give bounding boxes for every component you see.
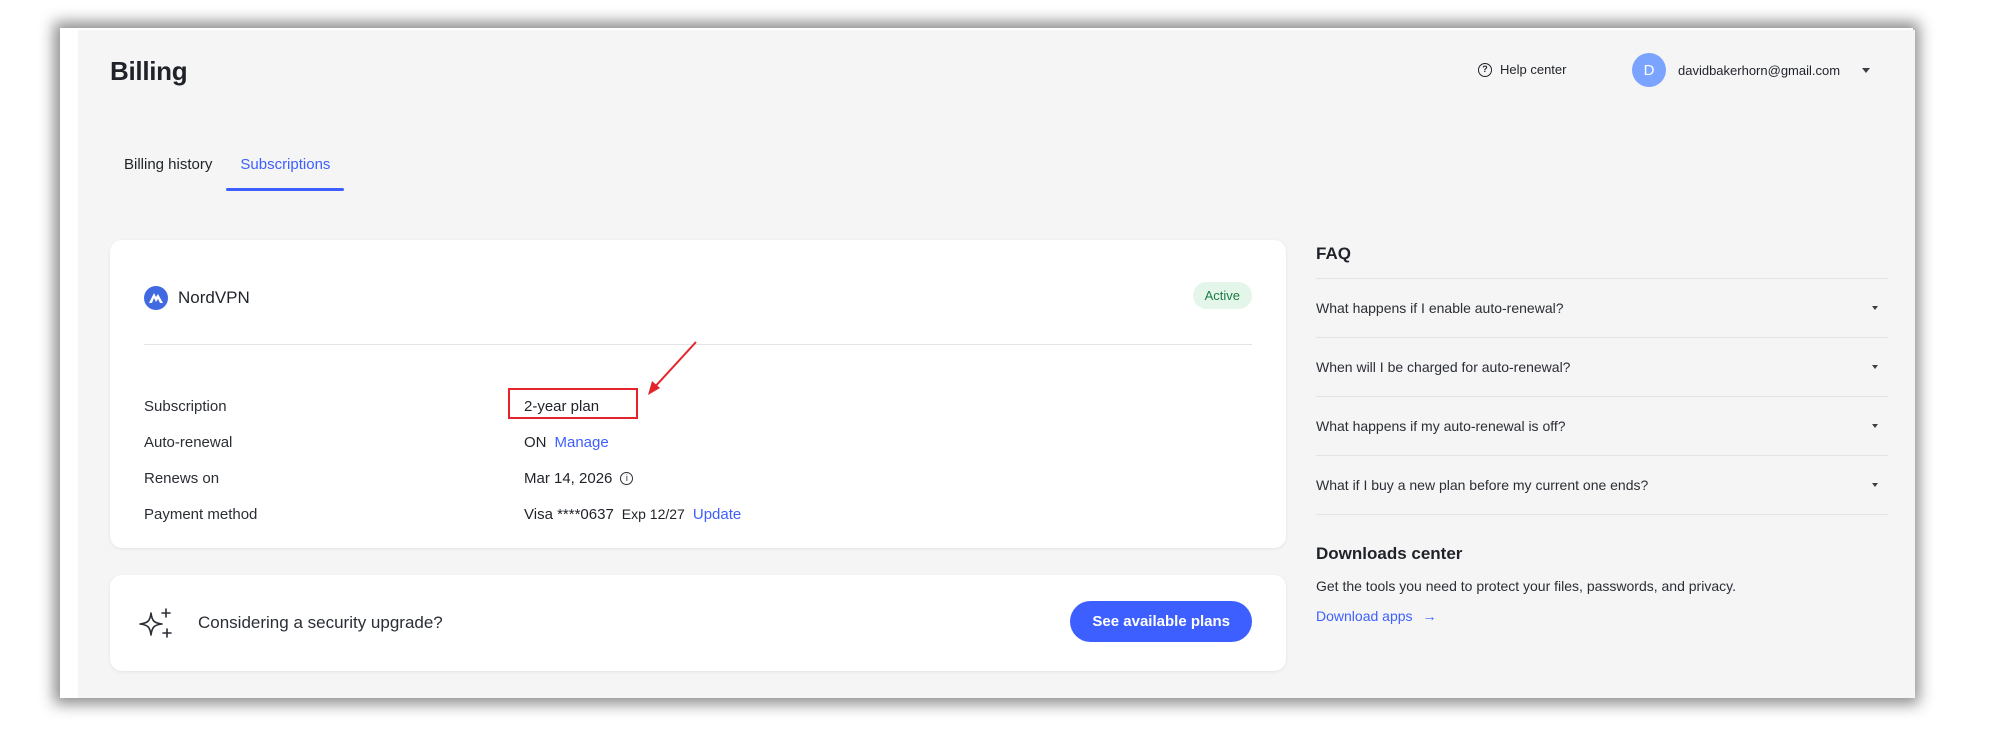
see-available-plans-button[interactable]: See available plans	[1070, 601, 1252, 642]
chevron-down-icon	[1872, 365, 1878, 369]
help-icon: ?	[1478, 62, 1492, 77]
auto-renewal-state: ON	[524, 433, 547, 451]
arrow-right-icon: →	[1422, 608, 1437, 624]
faq-item[interactable]: What if I buy a new plan before my curre…	[1316, 456, 1888, 515]
chevron-down-icon	[1872, 306, 1878, 310]
detail-label: Payment method	[144, 505, 258, 523]
detail-label: Subscription	[144, 397, 227, 415]
tab-bar: Billing history Subscriptions	[110, 156, 345, 191]
downloads-title: Downloads center	[1316, 544, 1463, 563]
faq-item[interactable]: When will I be charged for auto-renewal?	[1316, 338, 1888, 397]
chevron-down-icon	[1872, 483, 1878, 487]
download-apps-link[interactable]: Download apps →	[1316, 608, 1888, 624]
chevron-down-icon	[1862, 67, 1871, 73]
annotation-arrow-icon	[648, 341, 697, 395]
annotation-highlight-box	[508, 388, 638, 419]
detail-label: Renews on	[144, 469, 220, 487]
nordvpn-logo-icon	[144, 286, 168, 310]
faq-section: FAQ What happens if I enable auto-renewa…	[1316, 244, 1888, 515]
billing-page: Billing ? Help center D davidbakerhorn@g…	[78, 30, 1915, 698]
download-apps-label: Download apps	[1316, 608, 1413, 624]
faq-question: What happens if my auto-renewal is off?	[1316, 418, 1566, 434]
detail-label: Auto-renewal	[144, 433, 233, 451]
help-center-label: Help center	[1500, 62, 1567, 77]
sparkle-icon	[139, 608, 172, 638]
detail-row-auto-renewal: Auto-renewal ON Manage	[144, 424, 741, 460]
subscription-details: Subscription 2-year plan Auto-renewal ON…	[144, 388, 741, 532]
downloads-description: Get the tools you need to protect your f…	[1316, 578, 1736, 594]
detail-row-payment-method: Payment method Visa ****0637 Exp 12/27 U…	[144, 496, 741, 532]
avatar: D	[1632, 53, 1666, 87]
manage-link[interactable]: Manage	[555, 434, 609, 451]
tab-subscriptions[interactable]: Subscriptions	[226, 156, 345, 191]
help-center-link[interactable]: ? Help center	[1478, 62, 1566, 77]
info-icon[interactable]: i	[620, 471, 634, 485]
page-title: Billing	[110, 56, 188, 86]
downloads-center: Downloads center Get the tools you need …	[1316, 544, 1888, 624]
upgrade-banner: Considering a security upgrade? See avai…	[110, 575, 1286, 671]
detail-row-renews-on: Renews on Mar 14, 2026 i	[144, 460, 741, 496]
update-payment-link[interactable]: Update	[693, 506, 741, 523]
card-expiry: Exp 12/27	[621, 506, 685, 522]
chevron-down-icon	[1872, 424, 1878, 428]
faq-item[interactable]: What happens if my auto-renewal is off?	[1316, 397, 1888, 456]
tab-billing-history[interactable]: Billing history	[110, 156, 226, 189]
detail-value: Mar 14, 2026	[524, 469, 613, 487]
faq-question: When will I be charged for auto-renewal?	[1316, 359, 1571, 375]
faq-question: What happens if I enable auto-renewal?	[1316, 300, 1564, 316]
product-name: NordVPN	[178, 288, 250, 307]
product-header: NordVPN	[144, 286, 250, 310]
card-number: Visa ****0637	[524, 505, 614, 523]
faq-item[interactable]: What happens if I enable auto-renewal?	[1316, 279, 1888, 338]
faq-title: FAQ	[1316, 244, 1888, 279]
user-menu[interactable]: D davidbakerhorn@gmail.com	[1632, 53, 1871, 87]
status-badge: Active	[1192, 282, 1252, 309]
upgrade-text: Considering a security upgrade?	[198, 613, 443, 632]
faq-question: What if I buy a new plan before my curre…	[1316, 477, 1649, 493]
user-email: davidbakerhorn@gmail.com	[1678, 62, 1841, 78]
